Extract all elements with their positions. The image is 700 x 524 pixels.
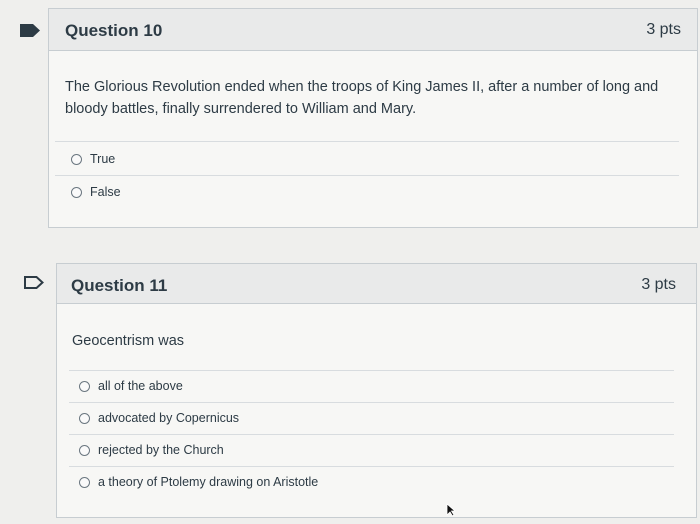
question-11-header: Question 11 3 pts — [57, 264, 696, 304]
answer-option-false[interactable]: False — [71, 185, 121, 199]
radio-button[interactable] — [79, 412, 90, 424]
answer-option-true[interactable]: True — [71, 152, 115, 166]
radio-button[interactable] — [79, 380, 90, 392]
answer-label: all of the above — [98, 379, 183, 393]
mouse-cursor-icon — [446, 503, 456, 517]
question-10-title: Question 10 — [65, 21, 163, 40]
answer-label: False — [90, 185, 121, 199]
answer-divider — [69, 466, 674, 467]
answer-option-all-of-the-above[interactable]: all of the above — [79, 379, 183, 393]
answer-option-copernicus[interactable]: advocated by Copernicus — [79, 411, 239, 425]
question-10-card: Question 10 3 pts The Glorious Revolutio… — [48, 8, 698, 228]
question-11-title: Question 11 — [71, 276, 168, 295]
question-11-text: Geocentrism was — [72, 333, 185, 349]
radio-button[interactable] — [79, 444, 90, 456]
answer-divider — [69, 434, 674, 435]
question-11-points: 3 pts — [641, 276, 676, 293]
answer-option-church[interactable]: rejected by the Church — [79, 443, 224, 457]
answer-option-ptolemy[interactable]: a theory of Ptolemy drawing on Aristotle — [79, 475, 318, 489]
answer-divider — [69, 370, 674, 371]
question-10-points: 3 pts — [646, 21, 681, 38]
radio-button[interactable] — [79, 476, 90, 488]
question-10-header: Question 10 3 pts — [49, 9, 697, 51]
answer-label: True — [90, 152, 116, 166]
answer-label: rejected by the Church — [98, 443, 224, 457]
question-11-card: Question 11 3 pts Geocentrism was all of… — [56, 263, 697, 518]
answer-divider — [69, 402, 674, 403]
answer-divider — [55, 141, 679, 142]
answer-label: advocated by Copernicus — [98, 411, 240, 425]
radio-button[interactable] — [71, 186, 82, 198]
question-10-text: The Glorious Revolution ended when the t… — [65, 79, 659, 117]
radio-button[interactable] — [71, 153, 82, 165]
answer-label: a theory of Ptolemy drawing on Aristotle — [98, 475, 319, 489]
flag-filled-icon[interactable] — [20, 24, 40, 37]
flag-outline-icon[interactable] — [24, 276, 44, 289]
answer-divider — [55, 175, 679, 176]
